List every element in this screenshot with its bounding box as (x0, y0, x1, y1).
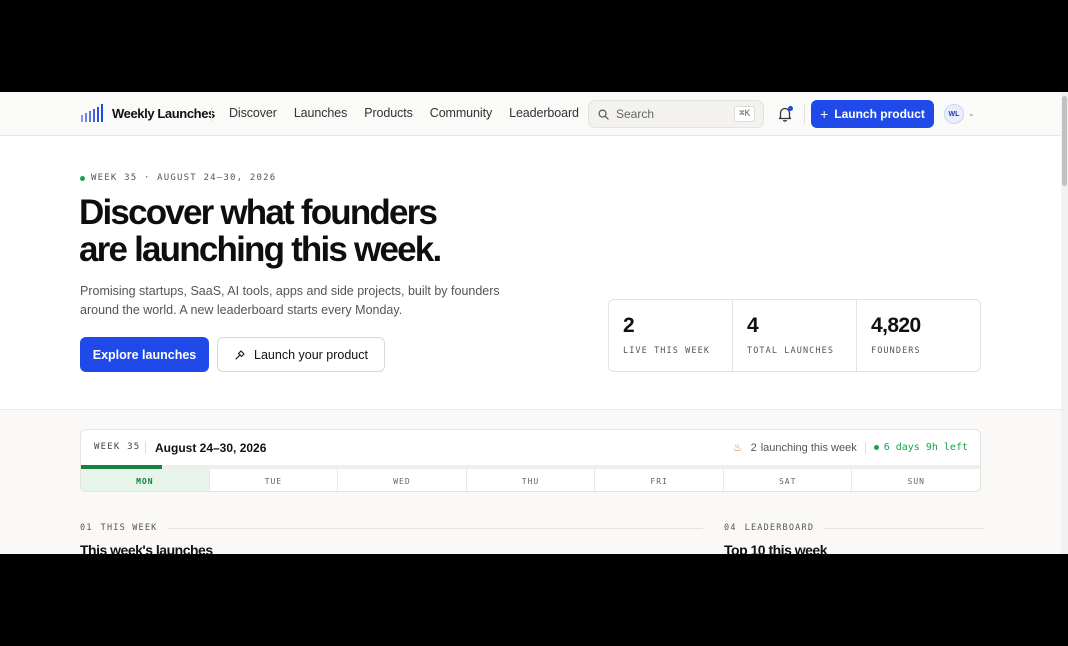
section-rule (167, 527, 703, 529)
search-input[interactable] (616, 107, 726, 121)
day-mon[interactable]: MON (81, 469, 210, 491)
explore-launches-button[interactable]: Explore launches (80, 337, 209, 372)
stat-founders: 4,820 FOUNDERS (857, 300, 980, 371)
plus-icon: + (820, 106, 829, 122)
section-label: LEADERBOARD (744, 523, 815, 533)
day-sun[interactable]: SUN (852, 469, 980, 491)
section-number: 01 (80, 523, 93, 533)
hero-eyebrow: WEEK 35 · AUGUST 24–30, 2026 (80, 173, 276, 183)
day-thu[interactable]: THU (467, 469, 596, 491)
main-nav: Discover Launches Products Community Lea… (229, 106, 596, 120)
day-sat[interactable]: SAT (724, 469, 853, 491)
nav-products[interactable]: Products (364, 106, 413, 120)
search-shortcut: ⌘K (734, 106, 755, 122)
week-date: August 24–30, 2026 (155, 441, 267, 455)
time-left: 6 days 9h left (873, 442, 968, 453)
week-divider (145, 441, 146, 454)
launch-product-label: Launch product (834, 107, 925, 121)
avatar[interactable]: WL (944, 104, 964, 124)
app-viewport: Weekly Launches Discover Launches Produc… (0, 92, 1068, 554)
page-title: Discover what founders are launching thi… (79, 194, 519, 268)
stat-value: 4,820 (871, 314, 921, 337)
stat-label: LIVE THIS WEEK (623, 346, 711, 356)
nav-discover[interactable]: Discover (229, 106, 277, 120)
notification-dot (788, 106, 793, 111)
nav-leaderboard[interactable]: Leaderboard (509, 106, 579, 120)
status-dot-icon (873, 445, 879, 450)
title-line-1: Discover what founders (79, 193, 438, 232)
section-title-leaderboard: Top 10 this week (724, 542, 828, 554)
chevron-down-icon[interactable]: ⌄ (968, 109, 975, 118)
status-divider (864, 441, 866, 454)
week-card: WEEK 35 August 24–30, 2026 ♨ 2 launching… (80, 429, 981, 492)
section-header-leaderboard: 04 LEADERBOARD (724, 523, 985, 533)
day-tue[interactable]: TUE (210, 469, 339, 491)
logo-text: Weekly Launches (112, 105, 215, 121)
hero-subtitle: Promising startups, SaaS, AI tools, apps… (80, 284, 500, 317)
page-scrollbar[interactable] (1061, 92, 1068, 554)
nav-launches[interactable]: Launches (294, 106, 348, 120)
eyebrow-text: WEEK 35 · AUGUST 24–30, 2026 (91, 173, 277, 183)
section-number: 04 (724, 523, 737, 533)
stat-live: 2 LIVE THIS WEEK (609, 300, 733, 371)
title-line-2: are launching this week. (79, 230, 442, 269)
section-rule (824, 527, 985, 529)
logo-bars-icon (81, 104, 103, 122)
stat-total: 4 TOTAL LAUNCHES (733, 300, 857, 371)
stat-value: 4 (747, 314, 759, 337)
week-header: WEEK 35 August 24–30, 2026 ♨ 2 launching… (81, 430, 980, 465)
day-fri[interactable]: FRI (595, 469, 724, 491)
live-dot-icon (80, 175, 85, 181)
logo[interactable]: Weekly Launches (81, 104, 215, 122)
search-icon (598, 109, 609, 120)
week-status: ♨ 2 launching this week 6 days 9h left (733, 441, 968, 454)
section-label: THIS WEEK (100, 523, 158, 533)
stat-value: 2 (623, 314, 635, 337)
launch-your-product-label: Launch your product (254, 347, 368, 362)
launch-your-product-button[interactable]: Launch your product (217, 337, 385, 372)
header-divider (804, 104, 805, 124)
top-navbar: Weekly Launches Discover Launches Produc… (0, 92, 1061, 136)
launching-count: 2 (750, 441, 757, 454)
week-band: WEEK 35 August 24–30, 2026 ♨ 2 launching… (0, 409, 1061, 554)
day-strip: MON TUE WED THU FRI SAT SUN (81, 469, 980, 491)
flame-icon: ♨ (732, 442, 743, 454)
search-box[interactable]: ⌘K (588, 100, 764, 128)
week-tag: WEEK 35 (94, 442, 141, 452)
stat-label: TOTAL LAUNCHES (747, 346, 835, 356)
launching-text: launching this week (760, 441, 857, 454)
stat-label: FOUNDERS (871, 346, 921, 356)
day-wed[interactable]: WED (338, 469, 467, 491)
logo-divider (211, 106, 212, 122)
launch-product-button[interactable]: + Launch product (811, 100, 934, 128)
rocket-icon (235, 349, 245, 360)
section-header-this-week: 01 THIS WEEK (80, 523, 703, 533)
scrollbar-thumb[interactable] (1062, 96, 1067, 186)
stats-panel: 2 LIVE THIS WEEK 4 TOTAL LAUNCHES 4,820 … (608, 299, 981, 372)
nav-community[interactable]: Community (430, 106, 492, 120)
time-left-text: 6 days 9h left (883, 442, 968, 453)
section-title-this-week: This week's launches (80, 542, 213, 554)
